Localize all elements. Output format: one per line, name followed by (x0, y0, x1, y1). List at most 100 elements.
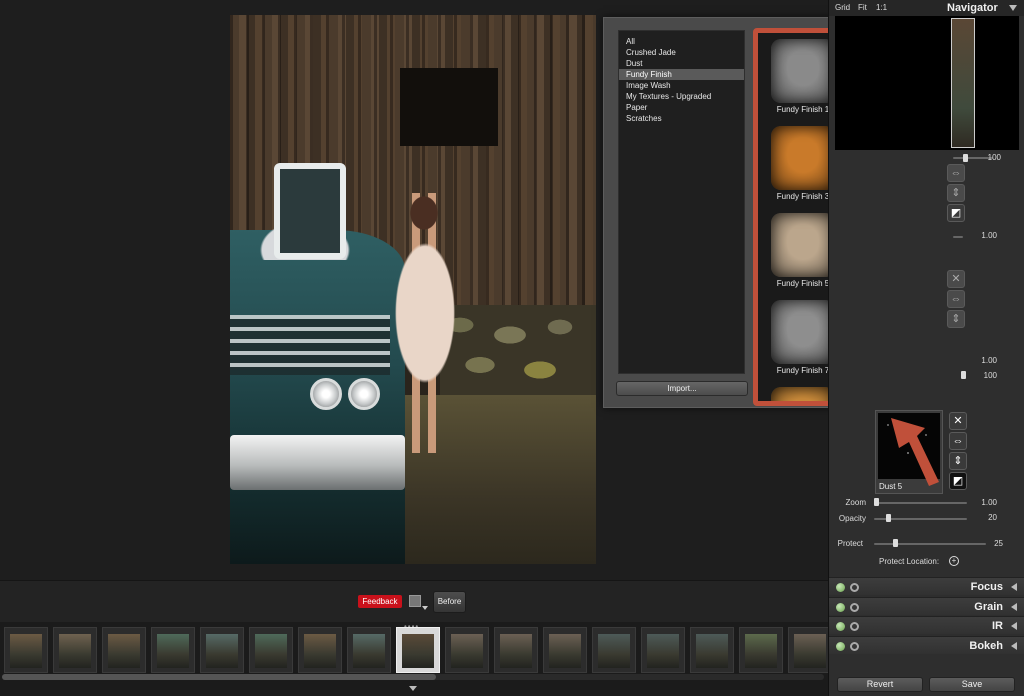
zoom-label: Zoom (845, 498, 866, 507)
protect-label: Protect (837, 539, 863, 548)
photo-truck-grille (230, 315, 390, 375)
filmstrip-scrollbar-thumb[interactable] (2, 674, 436, 680)
protect-value: 25 (994, 539, 1003, 548)
texture-swatch (771, 126, 835, 190)
import-button[interactable]: Import... (616, 381, 748, 396)
section-title: Grain (974, 600, 1003, 613)
adjustments-panel: Grid Fit 1:1 Navigator 100 ⇔ ⇕ ◩ 1.00 ✕ … (828, 0, 1024, 696)
texture-category-item[interactable]: Image Wash (619, 80, 744, 91)
section-bokeh[interactable]: Bokeh (829, 635, 1024, 654)
reset-icon[interactable] (850, 583, 859, 592)
before-button[interactable]: Before (433, 591, 466, 613)
filmstrip-thumbnail (304, 634, 336, 668)
texture-swatch (771, 300, 835, 364)
section-grain[interactable]: Grain (829, 596, 1024, 615)
chevron-left-icon[interactable] (1011, 641, 1017, 650)
filmstrip-frame[interactable] (690, 627, 734, 673)
filmstrip-thumbnail (451, 634, 483, 668)
zoom-value: 1.00 (981, 498, 997, 507)
texture-swatch (771, 387, 835, 401)
opacity-label: Opacity (838, 514, 866, 523)
filmstrip-frame[interactable] (592, 627, 636, 673)
arrow-annotation (891, 418, 939, 486)
chevron-left-icon[interactable] (1011, 622, 1017, 630)
filmstrip-thumbnail (794, 634, 826, 668)
photo-barn-window (400, 68, 498, 146)
bottom-toolbar: Feedback Before (0, 580, 828, 622)
image-canvas[interactable]: All Crushed Jade Dust Fundy Finish Image Was… (0, 0, 951, 580)
filmstrip-thumbnail (696, 634, 728, 668)
filmstrip-frame[interactable] (347, 627, 391, 673)
filmstrip-thumbnail (108, 634, 140, 668)
filmstrip-frame[interactable] (739, 627, 783, 673)
photo-woman (390, 193, 460, 453)
target-icon[interactable]: + (949, 556, 959, 566)
texture-swatch (771, 39, 835, 103)
enable-toggle-icon[interactable] (836, 622, 845, 631)
reset-icon[interactable] (850, 641, 859, 651)
filmstrip-thumbnail (598, 634, 630, 668)
filmstrip: •••• (0, 622, 832, 696)
texture-category-item[interactable]: Dust (619, 58, 744, 69)
texture-category-item[interactable]: All (619, 36, 744, 47)
opacity-slider-knob[interactable] (886, 514, 891, 522)
texture-category-item[interactable]: Scratches (619, 113, 744, 124)
feedback-button[interactable]: Feedback (358, 595, 402, 608)
save-button[interactable]: Save (929, 677, 1015, 692)
filmstrip-frame[interactable] (151, 627, 195, 673)
filmstrip-thumbnail (157, 634, 189, 668)
filmstrip-frame[interactable] (494, 627, 538, 673)
zoom-slider[interactable] (874, 502, 967, 504)
chevron-down-icon[interactable] (422, 606, 428, 610)
texture-category-item[interactable]: My Textures - Upgraded (619, 91, 744, 102)
flip-texture-vertical-icon[interactable]: ⇕ (949, 452, 967, 470)
reset-icon[interactable] (850, 622, 859, 631)
revert-button[interactable]: Revert (837, 677, 923, 692)
protect-slider-knob[interactable] (893, 539, 898, 547)
texture-category-list[interactable]: All Crushed Jade Dust Fundy Finish Image Was… (618, 30, 745, 374)
flip-texture-horizontal-icon[interactable]: ⇔ (949, 432, 967, 450)
filmstrip-frame[interactable] (445, 627, 489, 673)
filmstrip-frame[interactable] (102, 627, 146, 673)
filmstrip-thumbnail (59, 634, 91, 668)
chevron-left-icon[interactable] (1011, 583, 1017, 591)
opacity-value: 20 (988, 513, 997, 522)
section-focus[interactable]: Focus (829, 577, 1024, 595)
filmstrip-collapse-icon[interactable] (409, 686, 417, 691)
enable-toggle-icon[interactable] (836, 583, 845, 592)
enable-toggle-icon[interactable] (836, 641, 845, 651)
invert-texture-icon[interactable]: ◩ (949, 472, 967, 490)
shuffle-texture-icon[interactable]: ✕ (949, 412, 967, 430)
filmstrip-frame[interactable] (53, 627, 97, 673)
filmstrip-thumbnail (206, 634, 238, 668)
photo-truck-bumper (230, 435, 405, 490)
filmstrip-frame[interactable] (641, 627, 685, 673)
filmstrip-frame[interactable] (396, 627, 440, 673)
filmstrip-frame[interactable] (788, 627, 832, 673)
section-ir[interactable]: IR (829, 616, 1024, 634)
filmstrip-thumbnail (402, 634, 434, 668)
zoom-slider-knob[interactable] (874, 498, 879, 506)
arrow-annotation-shape (891, 418, 939, 486)
enable-toggle-icon[interactable] (836, 602, 845, 612)
chevron-left-icon[interactable] (1011, 602, 1017, 611)
filmstrip-thumbnail (500, 634, 532, 668)
reset-icon[interactable] (850, 602, 859, 612)
filmstrip-frame[interactable] (298, 627, 342, 673)
filmstrip-frame[interactable] (249, 627, 293, 673)
protect-slider[interactable] (874, 543, 986, 545)
edited-photo[interactable] (230, 15, 596, 564)
section-title: IR (992, 620, 1003, 632)
texture-category-item[interactable]: Fundy Finish (619, 69, 744, 80)
texture-category-item[interactable]: Crushed Jade (619, 47, 744, 58)
filmstrip-frame[interactable] (4, 627, 48, 673)
section-title: Focus (970, 581, 1003, 593)
filmstrip-frame[interactable] (543, 627, 587, 673)
photo-headlight-left (310, 378, 342, 410)
section-title: Bokeh (969, 639, 1003, 652)
photo-headlight-right (348, 378, 380, 410)
compare-mode-toggle[interactable] (409, 595, 421, 607)
filmstrip-thumbnail (549, 634, 581, 668)
texture-category-item[interactable]: Paper (619, 102, 744, 113)
filmstrip-frame[interactable] (200, 627, 244, 673)
